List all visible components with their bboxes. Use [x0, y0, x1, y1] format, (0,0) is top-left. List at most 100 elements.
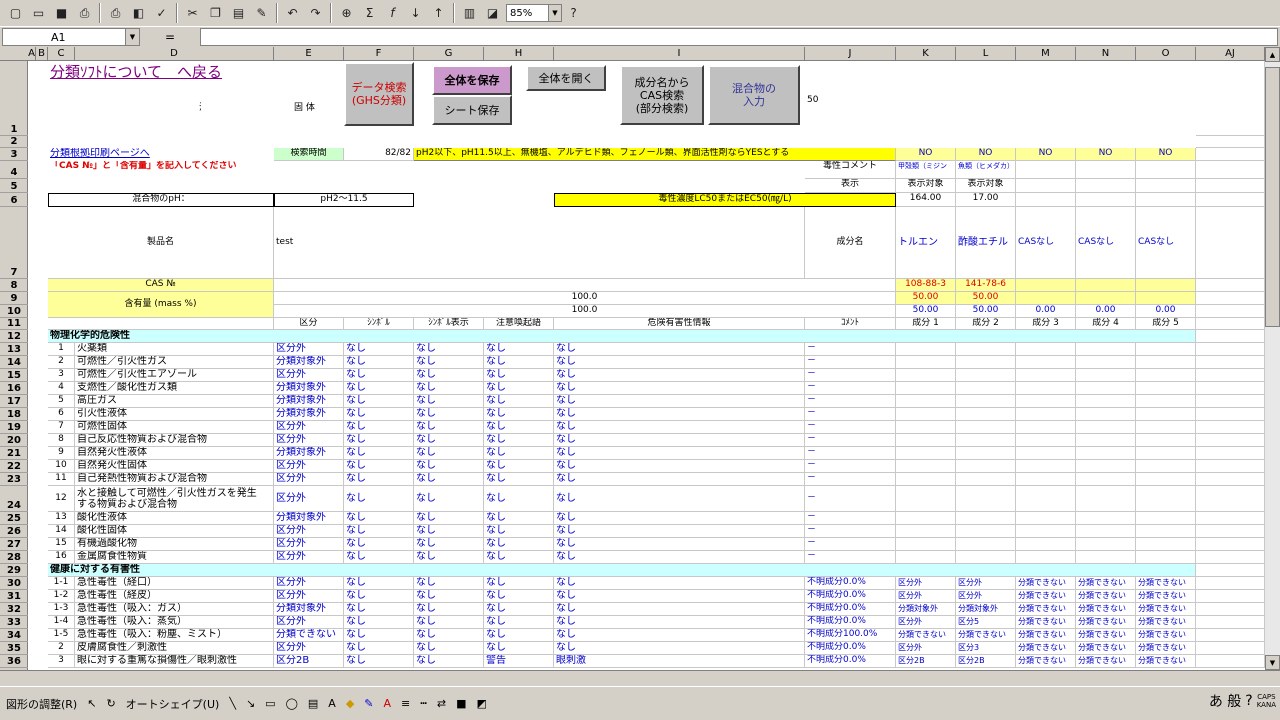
hazard-symbol-display[interactable]: なし	[414, 512, 484, 525]
function-icon[interactable]: f	[381, 2, 404, 24]
component-class[interactable]	[956, 525, 1016, 538]
component-class[interactable]	[956, 551, 1016, 564]
hazard-category[interactable]: 区分外	[274, 460, 344, 473]
product-name[interactable]: test	[274, 207, 805, 279]
hazard-symbol[interactable]: なし	[344, 616, 414, 629]
value-50[interactable]: 50	[805, 61, 845, 136]
component-class[interactable]	[1136, 512, 1196, 525]
component-class[interactable]: 分類できない	[1016, 590, 1076, 603]
component-class[interactable]: 分類できない	[1136, 616, 1196, 629]
component-class[interactable]: 分類できない	[1136, 629, 1196, 642]
cell[interactable]	[1196, 395, 1265, 408]
data-search-button[interactable]: データ検索 (GHS分類)	[344, 62, 414, 126]
component-class[interactable]	[896, 408, 956, 421]
hazard-symbol[interactable]: なし	[344, 473, 414, 486]
hazard-symbol-display[interactable]: なし	[414, 538, 484, 551]
component-class[interactable]	[1016, 486, 1076, 512]
hazard-category[interactable]: 区分2B	[274, 655, 344, 668]
component-class[interactable]	[1016, 369, 1076, 382]
hazard-name[interactable]: 火薬類	[75, 343, 274, 356]
component-class[interactable]	[1016, 421, 1076, 434]
component-class[interactable]	[1076, 538, 1136, 551]
component-class[interactable]	[1076, 447, 1136, 460]
cas-value[interactable]	[1136, 279, 1196, 292]
column-header[interactable]: K	[896, 47, 956, 61]
component-class[interactable]: 区分5	[956, 616, 1016, 629]
hazard-signal[interactable]: なし	[484, 525, 554, 538]
component-class[interactable]: 分類対象外	[896, 603, 956, 616]
component-name[interactable]: CASなし	[1076, 207, 1136, 279]
component-class[interactable]: 区分外	[956, 577, 1016, 590]
hazard-name[interactable]: 急性毒性（吸入：蒸気）	[75, 616, 274, 629]
hazard-statement[interactable]: なし	[554, 616, 805, 629]
component-class[interactable]: 分類できない	[1136, 642, 1196, 655]
component-class[interactable]	[1076, 356, 1136, 369]
display-value[interactable]	[1136, 179, 1196, 193]
component-class[interactable]: 区分2B	[896, 655, 956, 668]
cell[interactable]	[1196, 356, 1265, 369]
component-class[interactable]	[896, 395, 956, 408]
component-class[interactable]	[956, 538, 1016, 551]
help-icon[interactable]: ?	[562, 2, 585, 24]
component-class[interactable]: 分類できない	[1136, 655, 1196, 668]
hazard-name[interactable]: 急性毒性（経口）	[75, 577, 274, 590]
col-header-category[interactable]: 区分	[274, 318, 344, 330]
hazard-comment[interactable]: －	[805, 525, 896, 538]
column-header[interactable]: F	[344, 47, 414, 61]
row-header[interactable]: 15	[0, 369, 28, 382]
help-icon[interactable]: ?	[1245, 693, 1252, 709]
cell[interactable]	[1196, 590, 1265, 603]
formula-input[interactable]	[200, 28, 1278, 46]
component-class[interactable]	[896, 356, 956, 369]
column-header[interactable]: N	[1076, 47, 1136, 61]
no-flag[interactable]: NO	[1016, 148, 1076, 161]
lc50-value[interactable]: 17.00	[956, 193, 1016, 207]
component-class[interactable]: 分類対象外	[956, 603, 1016, 616]
hazard-statement[interactable]: なし	[554, 525, 805, 538]
line-icon[interactable]: ╲	[229, 697, 236, 710]
hazard-category[interactable]: 分類対象外	[274, 395, 344, 408]
hazard-signal[interactable]: なし	[484, 356, 554, 369]
format-painter-icon[interactable]: ✎	[250, 2, 273, 24]
display-label[interactable]: 表示	[805, 179, 896, 193]
new-icon[interactable]: ▢	[4, 2, 27, 24]
print-preview-icon[interactable]: ⎙	[73, 2, 96, 24]
row-header[interactable]: 3	[0, 148, 28, 161]
cell[interactable]	[1196, 447, 1265, 460]
column-header[interactable]: E	[274, 47, 344, 61]
component-class[interactable]	[1136, 447, 1196, 460]
component-class[interactable]	[1136, 408, 1196, 421]
cell[interactable]	[1196, 343, 1265, 356]
row-header[interactable]: 5	[0, 179, 28, 193]
hazard-comment[interactable]: －	[805, 512, 896, 525]
component-class[interactable]	[1136, 525, 1196, 538]
component-class[interactable]	[1016, 434, 1076, 447]
ph-value[interactable]: pH2～11.5	[274, 193, 414, 207]
hazard-name[interactable]: 自己反応性物質および混合物	[75, 434, 274, 447]
hazard-category[interactable]: 区分外	[274, 369, 344, 382]
select-objects-icon[interactable]: ↖	[87, 697, 96, 710]
component-class[interactable]	[1076, 512, 1136, 525]
hazard-signal[interactable]: なし	[484, 590, 554, 603]
cell[interactable]	[1196, 305, 1265, 318]
hazard-symbol[interactable]: なし	[344, 629, 414, 642]
component-class[interactable]: 分類できない	[1016, 577, 1076, 590]
hazard-statement[interactable]: なし	[554, 538, 805, 551]
section-physical[interactable]: 物理化学的危険性	[48, 330, 1196, 343]
component-class[interactable]	[956, 473, 1016, 486]
hazard-signal[interactable]: なし	[484, 382, 554, 395]
cell[interactable]	[1196, 551, 1265, 564]
component-class[interactable]	[1016, 382, 1076, 395]
hazard-statement[interactable]: なし	[554, 421, 805, 434]
hazard-number[interactable]: 14	[48, 525, 75, 538]
hazard-symbol[interactable]: なし	[344, 603, 414, 616]
hazard-signal[interactable]: なし	[484, 551, 554, 564]
hazard-symbol[interactable]: なし	[344, 421, 414, 434]
hazard-symbol-display[interactable]: なし	[414, 616, 484, 629]
hazard-category[interactable]: 区分外	[274, 577, 344, 590]
hazard-number[interactable]: 1-2	[48, 590, 75, 603]
component-class[interactable]	[1076, 434, 1136, 447]
component-class[interactable]: 区分外	[896, 590, 956, 603]
component-class[interactable]	[956, 512, 1016, 525]
print-icon[interactable]: ⎙	[104, 2, 127, 24]
